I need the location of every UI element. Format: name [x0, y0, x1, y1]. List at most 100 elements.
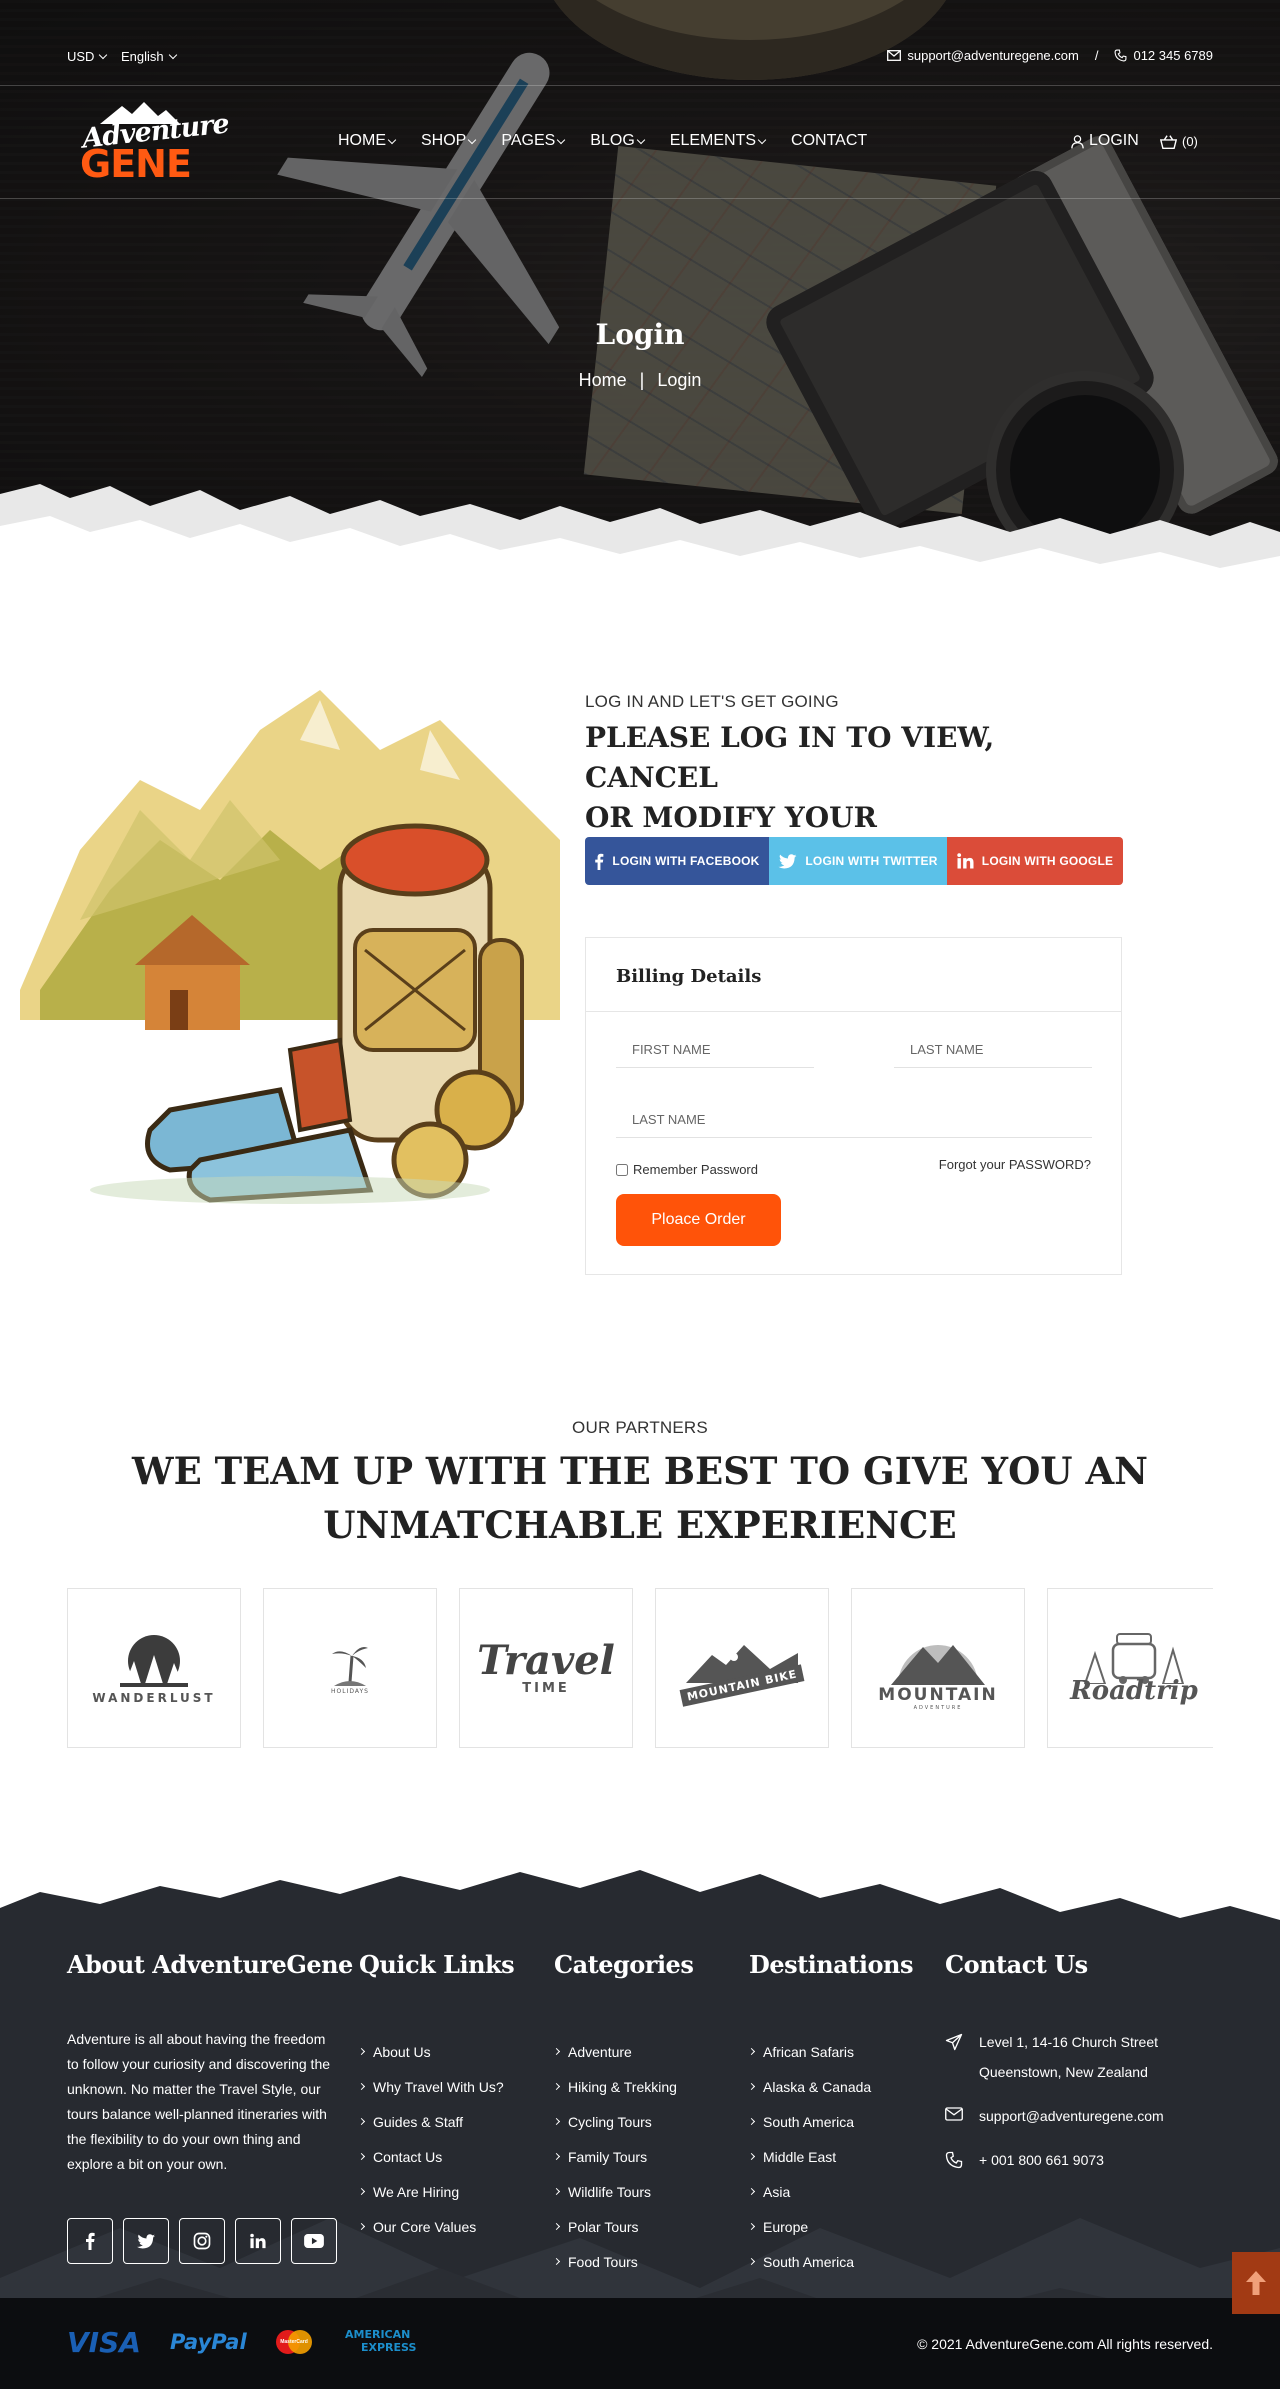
first-name-field[interactable]	[616, 1032, 814, 1068]
breadcrumb-separator: |	[639, 370, 645, 390]
footer-link[interactable]: About Us	[357, 2034, 514, 2069]
footer-link[interactable]: Family Tours	[552, 2139, 693, 2174]
footer-link[interactable]: Wildlife Tours	[552, 2174, 693, 2209]
nav-home-label: HOME	[338, 132, 386, 149]
contact-phone-text: + 001 800 661 9073	[979, 2152, 1104, 2168]
nav-shop[interactable]: SHOP	[421, 132, 477, 150]
partner-logo-roadtrip[interactable]: Roadtrip	[1047, 1588, 1213, 1748]
login-google-button[interactable]: LOGIN WITH GOOGLE	[947, 837, 1123, 885]
forgot-password-link[interactable]: PASSWORD?	[1009, 1157, 1091, 1172]
login-link[interactable]: LOGIN	[1070, 132, 1139, 150]
nav-pages[interactable]: PAGES	[501, 132, 566, 150]
basket-icon	[1160, 134, 1177, 149]
chevron-right-icon	[552, 2222, 561, 2231]
partner-logo-mountain-bike[interactable]: MOUNTAIN BIKE	[655, 1588, 829, 1748]
remember-password[interactable]: Remember Password	[616, 1162, 758, 1177]
footer-link[interactable]: Guides & Staff	[357, 2104, 514, 2139]
currency-select[interactable]: USD	[67, 49, 108, 64]
partner-holidays-text: HOLIDAYS	[331, 1687, 369, 1695]
footer-link[interactable]: African Safaris	[747, 2034, 913, 2069]
footer-link-label: Hiking & Trekking	[568, 2078, 677, 2095]
footer-link[interactable]: Food Tours	[552, 2244, 693, 2279]
remember-checkbox[interactable]	[616, 1163, 628, 1176]
footer-about-text: Adventure is all about having the freedo…	[67, 2031, 331, 2172]
back-to-top-button[interactable]	[1232, 2252, 1280, 2314]
footer-link[interactable]: Polar Tours	[552, 2209, 693, 2244]
site-logo[interactable]: Adventure GENE	[78, 100, 230, 186]
chevron-right-icon	[552, 2257, 561, 2266]
footer-link-label: Polar Tours	[568, 2218, 639, 2235]
footer-quick-title: Quick Links	[359, 1950, 515, 1979]
footer-link[interactable]: Alaska & Canada	[747, 2069, 913, 2104]
partners-heading-block: OUR PARTNERS WE TEAM UP WITH THE BEST TO…	[0, 1418, 1280, 1552]
footer-link[interactable]: Asia	[747, 2174, 913, 2209]
chevron-right-icon	[747, 2082, 756, 2091]
chevron-right-icon	[552, 2082, 561, 2091]
nav-blog[interactable]: BLOG	[590, 132, 646, 150]
last-name-field-2[interactable]	[616, 1102, 1092, 1138]
address-line2: Queenstown, New Zealand	[979, 2064, 1148, 2080]
currency-label: USD	[67, 49, 95, 64]
paypal-logo: PayPal	[170, 2330, 247, 2354]
login-twitter-label: LOGIN WITH TWITTER	[805, 854, 938, 868]
quick-links-list: About Us Why Travel With Us? Guides & St…	[357, 2034, 514, 2244]
footer-link[interactable]: Hiking & Trekking	[552, 2069, 693, 2104]
contact-phone[interactable]: + 001 800 661 9073	[945, 2145, 1164, 2175]
visa-logo: VISA	[67, 2326, 141, 2359]
palm-tree-logo-icon	[332, 1646, 368, 1686]
footer-contact: Contact Us Level 1, 14-16 Church Street Q…	[945, 1950, 1164, 2175]
partner-logo-holidays[interactable]: HOLIDAYS	[263, 1588, 437, 1748]
footer-link[interactable]: Contact Us	[357, 2139, 514, 2174]
footer-bottom-bar: VISA PayPal MasterCard AMERICAN EXPRESS …	[0, 2298, 1280, 2389]
footer-link[interactable]: Middle East	[747, 2139, 913, 2174]
footer-link[interactable]: We Are Hiring	[357, 2174, 514, 2209]
partner-logo-wanderlust[interactable]: WANDERLUST	[67, 1588, 241, 1748]
language-select[interactable]: English	[121, 49, 177, 64]
twitter-link[interactable]	[123, 2218, 169, 2264]
cart-link[interactable]: (0)	[1160, 134, 1198, 149]
topbar-email-link[interactable]: support@adventuregene.com	[907, 48, 1078, 63]
instagram-link[interactable]	[179, 2218, 225, 2264]
last-name-field[interactable]	[894, 1032, 1092, 1068]
breadcrumb-home[interactable]: Home	[579, 370, 627, 390]
footer-link-label: Family Tours	[568, 2148, 648, 2165]
nav-home[interactable]: HOME	[338, 132, 397, 150]
linkedin-link[interactable]	[235, 2218, 281, 2264]
address-line1: Level 1, 14-16 Church Street	[979, 2034, 1158, 2050]
footer-link[interactable]: Why Travel With Us?	[357, 2069, 514, 2104]
nav-elements[interactable]: ELEMENTS	[670, 132, 767, 150]
partner-logo-travel-time[interactable]: Travel TIME	[459, 1588, 633, 1748]
footer-link[interactable]: Europe	[747, 2209, 913, 2244]
youtube-link[interactable]	[291, 2218, 337, 2264]
linkedin-icon	[250, 2233, 266, 2249]
nav-contact[interactable]: CONTACT	[791, 132, 867, 150]
nav-pages-label: PAGES	[501, 132, 556, 149]
breadcrumb: Home | Login	[0, 370, 1280, 391]
linkedin-icon	[957, 853, 974, 869]
social-links	[67, 2218, 337, 2264]
footer-link[interactable]: South America	[747, 2104, 913, 2139]
user-icon	[1071, 134, 1084, 148]
chevron-right-icon	[357, 2047, 366, 2056]
login-google-label: LOGIN WITH GOOGLE	[981, 854, 1114, 868]
topbar-contact: support@adventuregene.com / 012 345 6789	[887, 48, 1213, 63]
footer-destinations-title: Destinations	[749, 1950, 913, 1979]
topbar-phone-link[interactable]: 012 345 6789	[1133, 48, 1213, 63]
footer-link[interactable]: Adventure	[552, 2034, 693, 2069]
twitter-icon	[137, 2233, 155, 2248]
login-twitter-button[interactable]: LOGIN WITH TWITTER	[769, 837, 947, 885]
partner-logos-carousel: WANDERLUST HOLIDAYS Travel TIME MOUNTAIN…	[67, 1588, 1213, 1750]
footer-link-label: Our Core Values	[373, 2218, 477, 2235]
chevron-right-icon	[552, 2187, 561, 2196]
login-facebook-button[interactable]: LOGIN WITH FACEBOOK	[585, 837, 769, 885]
login-facebook-label: LOGIN WITH FACEBOOK	[612, 854, 760, 868]
partner-logo-mountain-adventure[interactable]: MOUNTAIN ADVENTURE	[851, 1588, 1025, 1748]
chevron-right-icon	[747, 2222, 756, 2231]
footer-link[interactable]: Cycling Tours	[552, 2104, 693, 2139]
facebook-link[interactable]	[67, 2218, 113, 2264]
contact-email[interactable]: support@adventuregene.com	[945, 2101, 1164, 2131]
cart-count: (0)	[1182, 134, 1198, 149]
submit-button[interactable]: Ploace Order	[616, 1194, 781, 1246]
footer-link[interactable]: Our Core Values	[357, 2209, 514, 2244]
footer-link[interactable]: South America	[747, 2244, 913, 2279]
